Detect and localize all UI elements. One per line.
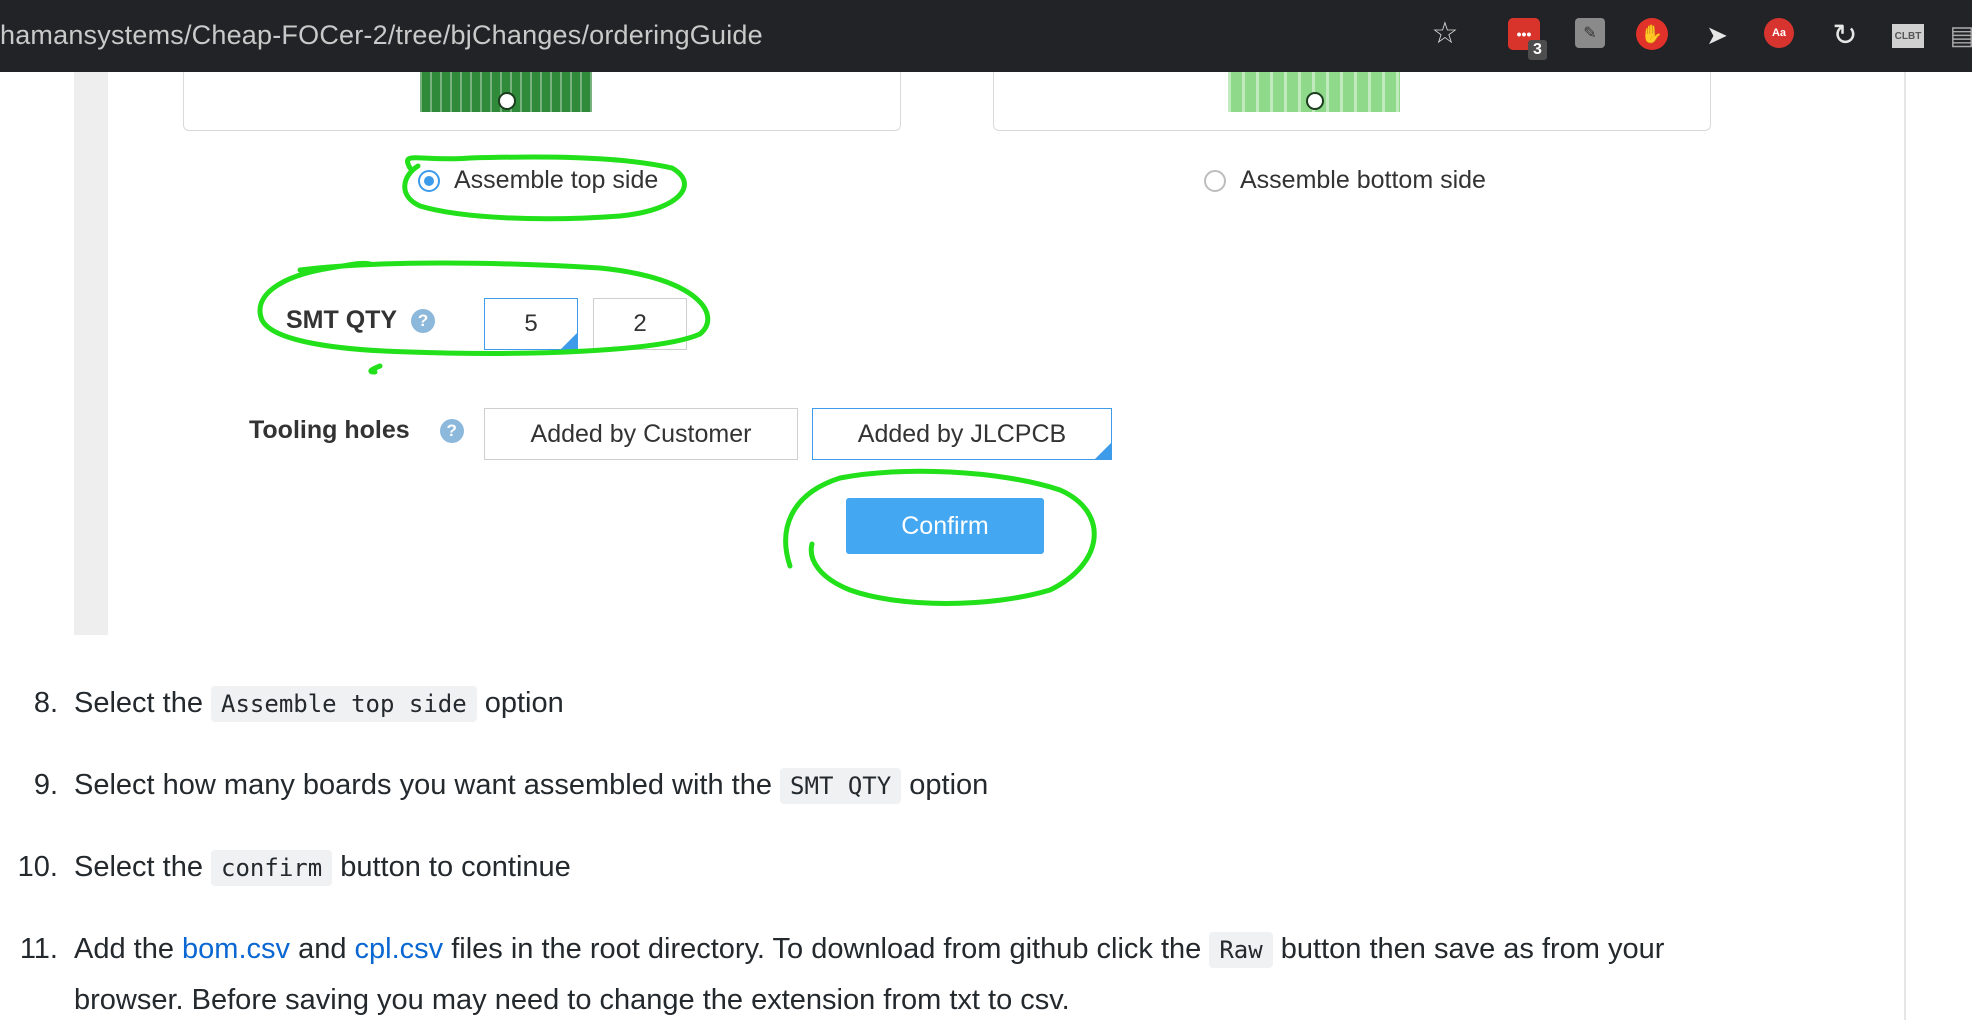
- assemble-top-label: Assemble top side: [454, 166, 659, 194]
- bookmark-star-icon[interactable]: ☆: [1428, 16, 1462, 50]
- assemble-bottom-label: Assemble bottom side: [1240, 166, 1486, 194]
- smt-qty-option-label: 2: [633, 310, 647, 337]
- smt-qty-option-label: 5: [524, 310, 538, 337]
- step-text-part: option: [476, 687, 564, 719]
- tooling-added-by-customer[interactable]: Added by Customer: [484, 408, 798, 460]
- selected-check-icon: [1095, 443, 1111, 459]
- inline-code: Raw: [1209, 932, 1273, 968]
- extension-red-dots-icon[interactable]: ••• 3: [1508, 18, 1547, 60]
- step-text-part: button to continue: [332, 851, 571, 883]
- radio-selected-icon[interactable]: [418, 169, 440, 192]
- extension-partial-icon[interactable]: ▤: [1952, 18, 1972, 52]
- step-text: Select the confirm button to continue: [74, 842, 1860, 893]
- bom-csv-link[interactable]: bom.csv: [182, 933, 290, 965]
- tooling-added-by-jlcpcb[interactable]: Added by JLCPCB: [812, 408, 1112, 460]
- confirm-button[interactable]: Confirm: [846, 498, 1044, 554]
- tooling-option-label: Added by Customer: [530, 419, 752, 448]
- extension-clbt-icon[interactable]: CLBT: [1892, 24, 1924, 48]
- step-number: 9.: [33, 769, 58, 801]
- step-text-part: and: [290, 933, 355, 965]
- tooling-holes-field-label: Tooling holes ?: [249, 416, 464, 445]
- cpl-csv-link[interactable]: cpl.csv: [355, 933, 444, 965]
- tooling-holes-label: Tooling holes: [249, 416, 410, 444]
- assemble-top-option[interactable]: Assemble top side: [418, 166, 658, 195]
- step-text-part: files in the root directory. To download…: [443, 933, 1210, 965]
- pcb-bottom-image: [1228, 72, 1400, 112]
- step-text-part: Add the: [74, 933, 183, 965]
- radio-unselected-icon[interactable]: [1204, 169, 1226, 192]
- help-icon[interactable]: ?: [411, 308, 436, 333]
- step-number: 11.: [19, 933, 58, 965]
- step-text: Add the bom.csv and cpl.csv files in the…: [74, 924, 1860, 1025]
- step-text-part: button then save as from your: [1272, 933, 1665, 965]
- smt-qty-option-5[interactable]: 5: [484, 298, 578, 350]
- assemble-bottom-option[interactable]: Assemble bottom side: [1204, 166, 1486, 195]
- extension-cursor-icon[interactable]: ➤: [1700, 18, 1734, 52]
- smt-qty-label: SMT QTY: [286, 306, 398, 334]
- help-icon[interactable]: ?: [439, 418, 464, 443]
- step-text-part: browser. Before saving you may need to c…: [74, 984, 1070, 1016]
- tooling-option-label: Added by JLCPCB: [857, 419, 1067, 448]
- extension-gray-icon[interactable]: ✎: [1575, 18, 1605, 48]
- step-text: Select the Assemble top side option: [74, 678, 1860, 729]
- selected-check-icon: [561, 333, 577, 349]
- step-number: 10.: [17, 851, 58, 883]
- extension-stop-hand-icon[interactable]: ✋: [1636, 18, 1668, 50]
- address-bar-url[interactable]: hamansystems/Cheap-FOCer-2/tree/bjChange…: [0, 20, 763, 51]
- browser-toolbar: hamansystems/Cheap-FOCer-2/tree/bjChange…: [0, 0, 1972, 72]
- extension-badge: 3: [1528, 40, 1547, 60]
- inline-code: confirm: [211, 850, 333, 886]
- inline-code: Assemble top side: [211, 686, 477, 722]
- extension-refresh-icon[interactable]: ↻: [1828, 18, 1862, 52]
- smt-qty-field-label: SMT QTY ?: [286, 306, 436, 335]
- step-text-part: option: [901, 769, 989, 801]
- step-text-part: Select how many boards you want assemble…: [74, 769, 781, 801]
- pcb-top-image: [420, 72, 592, 112]
- extension-aa-icon[interactable]: Aa: [1764, 18, 1794, 48]
- page-scrollbar-border: [1904, 72, 1906, 1020]
- smt-qty-option-2[interactable]: 2: [593, 298, 687, 350]
- step-text-part: Select the: [74, 851, 212, 883]
- step-number: 8.: [33, 687, 58, 719]
- inline-code: SMT QTY: [780, 768, 902, 804]
- step-text: Select how many boards you want assemble…: [74, 760, 1860, 811]
- step-text-part: Select the: [74, 687, 212, 719]
